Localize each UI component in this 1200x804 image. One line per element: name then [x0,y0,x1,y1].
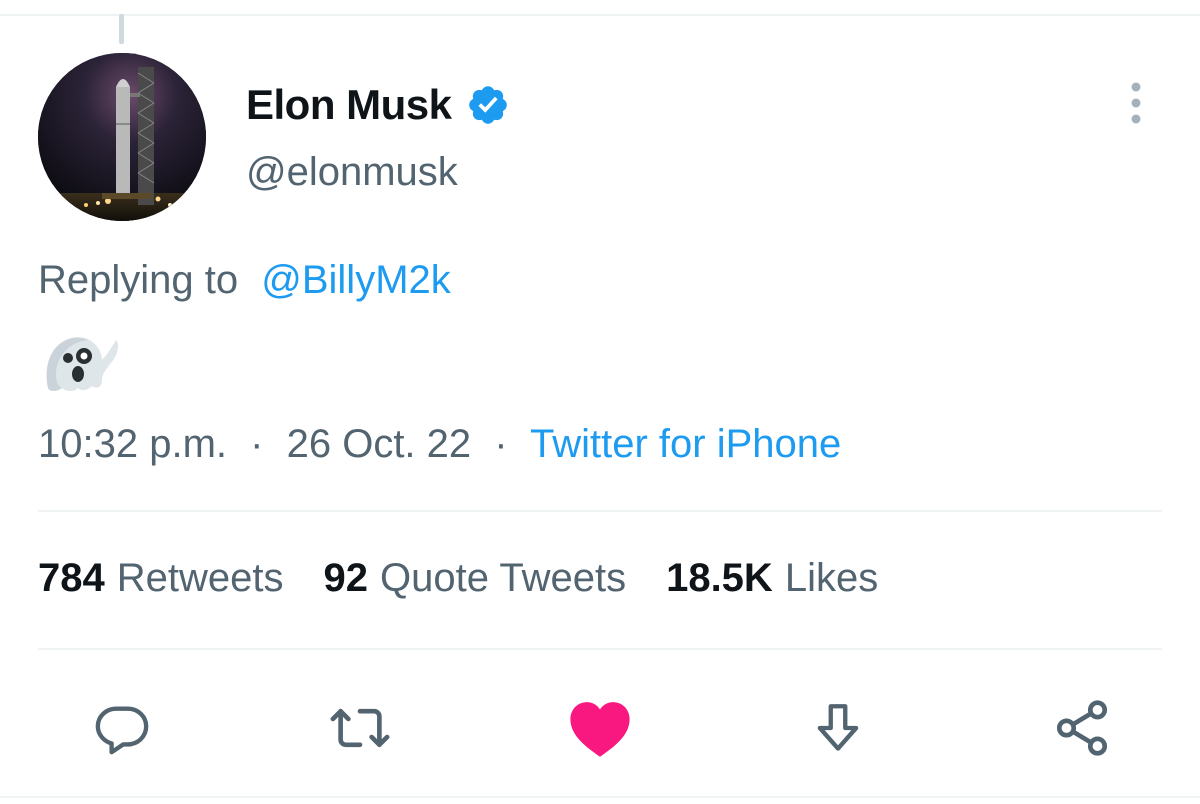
avatar[interactable] [38,53,206,221]
like-button[interactable] [562,690,638,766]
ghost-emoji [38,330,122,394]
reply-button[interactable] [84,690,160,766]
tweet-time[interactable]: 10:32 p.m. [38,422,227,466]
quote-tweets-stat[interactable]: 92 Quote Tweets [324,556,627,601]
tweet-stats: 784 Retweets 92 Quote Tweets 18.5K Likes [38,556,918,601]
thread-connector-line [119,14,124,44]
like-icon [570,702,630,757]
save-button[interactable] [800,690,876,766]
tweet-detail: Elon Musk @elonmusk Replying to @BillyM2… [0,0,1200,804]
retweet-icon [330,708,390,748]
likes-count: 18.5K [666,556,773,600]
retweets-label: Retweets [116,556,284,600]
author-handle[interactable]: @elonmusk [246,150,458,195]
share-button[interactable] [1044,690,1120,766]
share-icon [1056,700,1108,756]
reply-icon [95,706,149,755]
avatar-image [38,53,206,221]
retweet-button[interactable] [322,690,398,766]
quote-tweets-label: Quote Tweets [380,556,627,600]
meta-separator: · [250,422,264,466]
more-options-icon[interactable] [1124,80,1148,126]
retweets-count: 784 [38,556,105,600]
tweet-date[interactable]: 26 Oct. 22 [287,422,472,466]
divider [38,510,1162,512]
verified-badge-icon [466,83,510,127]
divider [38,648,1162,650]
author-name-row[interactable]: Elon Musk [246,80,510,130]
save-icon [817,704,859,751]
replying-to: Replying to @BillyM2k [38,258,451,303]
reply-mention-link[interactable]: @BillyM2k [261,258,451,302]
replying-to-label: Replying to [38,258,239,302]
quote-tweets-count: 92 [323,556,369,600]
tweet-meta: 10:32 p.m. · 26 Oct. 22 · Twitter for iP… [38,422,841,467]
top-border [0,14,1200,16]
action-bar [0,690,1200,766]
bottom-border [0,796,1200,798]
meta-separator: · [494,422,508,466]
likes-stat[interactable]: 18.5K Likes [666,556,878,601]
display-name[interactable]: Elon Musk [246,81,452,129]
likes-label: Likes [784,556,879,600]
tweet-source-link[interactable]: Twitter for iPhone [530,422,841,466]
retweets-stat[interactable]: 784 Retweets [38,556,284,601]
